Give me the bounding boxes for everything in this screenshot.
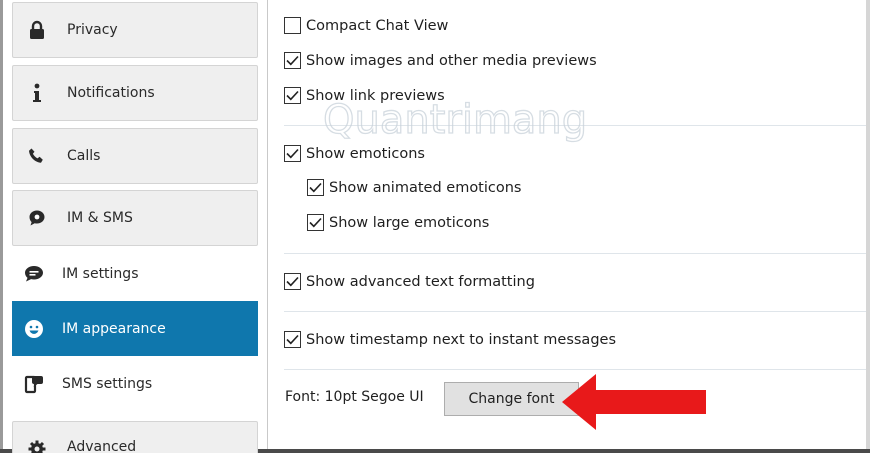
- show-advanced-text-formatting-option[interactable]: Show advanced text formatting: [284, 273, 535, 290]
- option-label: Show animated emoticons: [329, 179, 522, 196]
- sidebar-item-calls[interactable]: Calls: [12, 128, 258, 184]
- checkbox[interactable]: [284, 87, 301, 104]
- options-sidebar: Privacy Notifications Calls IM & SMS IM …: [3, 0, 267, 453]
- sidebar-item-label: Calls: [67, 148, 101, 164]
- show-large-emoticons-option[interactable]: Show large emoticons: [307, 214, 489, 231]
- window-frame-right: [866, 0, 870, 453]
- show-animated-emoticons-option[interactable]: Show animated emoticons: [307, 179, 522, 196]
- checkmark-icon: [286, 90, 299, 101]
- sidebar-item-label: IM & SMS: [67, 210, 133, 226]
- show-link-previews-option[interactable]: Show link previews: [284, 87, 445, 104]
- sidebar-item-label: IM appearance: [62, 320, 166, 337]
- checkmark-icon: [286, 55, 299, 66]
- checkbox[interactable]: [307, 179, 324, 196]
- option-label: Compact Chat View: [306, 17, 449, 34]
- sidebar-item-label: Notifications: [67, 85, 155, 101]
- phone-icon: [27, 146, 47, 166]
- checkbox[interactable]: [284, 273, 301, 290]
- checkmark-icon: [309, 182, 322, 193]
- message-icon: [24, 264, 44, 284]
- checkmark-icon: [286, 334, 299, 345]
- section-divider: [284, 125, 866, 126]
- info-icon: [27, 83, 47, 103]
- sidebar-item-notifications[interactable]: Notifications: [12, 65, 258, 121]
- checkmark-icon: [286, 276, 299, 287]
- sidebar-item-label: SMS settings: [62, 375, 153, 392]
- option-label: Show images and other media previews: [306, 52, 597, 69]
- checkbox[interactable]: [284, 17, 301, 34]
- show-timestamp-option[interactable]: Show timestamp next to instant messages: [284, 331, 616, 348]
- checkbox[interactable]: [284, 145, 301, 162]
- sidebar-item-im-settings[interactable]: IM settings: [12, 246, 258, 301]
- sms-icon: [24, 374, 44, 394]
- checkbox[interactable]: [307, 214, 324, 231]
- checkmark-icon: [309, 217, 322, 228]
- sidebar-item-label: Advanced: [67, 439, 137, 453]
- change-font-button[interactable]: Change font: [444, 382, 579, 416]
- show-media-previews-option[interactable]: Show images and other media previews: [284, 52, 597, 69]
- compact-chat-view-option[interactable]: Compact Chat View: [284, 17, 448, 34]
- section-divider: [284, 253, 866, 254]
- section-divider: [284, 369, 866, 370]
- show-emoticons-option[interactable]: Show emoticons: [284, 145, 425, 162]
- option-label: Show timestamp next to instant messages: [306, 331, 617, 348]
- option-label: Show large emoticons: [329, 214, 490, 231]
- current-font-label: Font: 10pt Segoe UI: [285, 389, 424, 405]
- option-label: Show link previews: [306, 87, 445, 104]
- gear-icon: [27, 439, 47, 453]
- sidebar-item-im-sms[interactable]: IM & SMS: [12, 190, 258, 246]
- sidebar-item-advanced[interactable]: Advanced: [12, 421, 258, 453]
- chat-bubble-icon: [27, 208, 47, 228]
- section-divider: [284, 311, 866, 312]
- sidebar-item-im-appearance[interactable]: IM appearance: [12, 301, 258, 356]
- checkbox[interactable]: [284, 52, 301, 69]
- checkmark-icon: [286, 148, 299, 159]
- lock-icon: [27, 20, 47, 40]
- option-label: Show advanced text formatting: [306, 273, 535, 290]
- red-arrow-icon: [562, 374, 706, 430]
- im-appearance-panel: Compact Chat View Show images and other …: [268, 0, 866, 449]
- smiley-icon: [24, 319, 44, 339]
- sidebar-item-sms-settings[interactable]: SMS settings: [12, 356, 258, 411]
- option-label: Show emoticons: [306, 145, 425, 162]
- sidebar-item-label: Privacy: [67, 22, 118, 38]
- checkbox[interactable]: [284, 331, 301, 348]
- sidebar-item-label: IM settings: [62, 265, 139, 282]
- sidebar-item-privacy[interactable]: Privacy: [12, 2, 258, 58]
